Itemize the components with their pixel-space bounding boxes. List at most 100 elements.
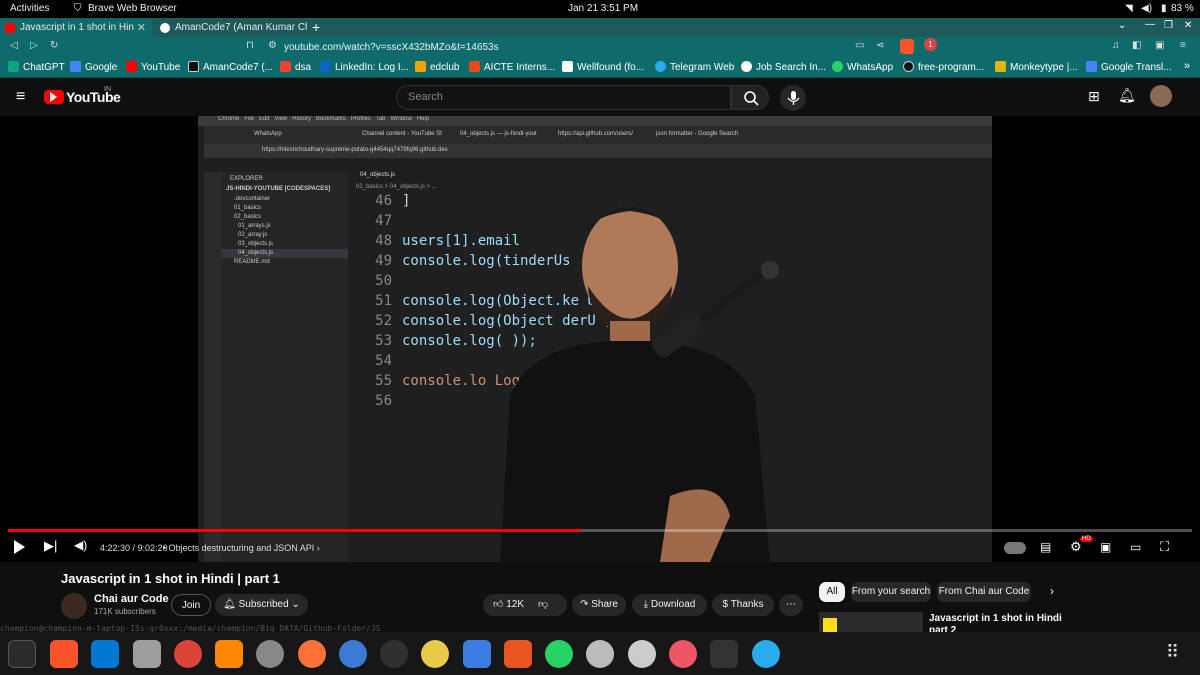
- obs-app-icon[interactable]: [380, 640, 408, 668]
- app-store-icon[interactable]: [628, 640, 656, 668]
- bookmark-item[interactable]: Google: [70, 61, 117, 73]
- bookmark-item[interactable]: LinkedIn: Log I...: [320, 61, 409, 73]
- bookmark-icon[interactable]: ⊓: [246, 40, 254, 51]
- firefox-app-icon[interactable]: [298, 640, 326, 668]
- menu-icon[interactable]: ≡: [1180, 40, 1186, 51]
- settings-gear-icon[interactable]: ⚙: [1070, 539, 1082, 555]
- screenshot-app-icon[interactable]: [586, 640, 614, 668]
- chapter-title[interactable]: • Objects destructuring and JSON API ›: [163, 543, 320, 553]
- bookmark-item[interactable]: AmanCode7 (...: [188, 61, 273, 73]
- brave-shields-icon[interactable]: [900, 39, 914, 54]
- share-icon[interactable]: ⋖: [876, 40, 884, 51]
- video-player[interactable]: Chrome File Edit View History Bookmarks …: [0, 116, 1200, 562]
- site-settings-icon[interactable]: ⚙: [268, 40, 277, 51]
- youtube-logo-text[interactable]: YouTube: [66, 89, 121, 105]
- next-video-thumbnail[interactable]: [819, 612, 923, 632]
- share-button[interactable]: ↷ Share: [572, 594, 626, 616]
- close-window-button[interactable]: ✕: [1184, 20, 1192, 31]
- theater-mode-icon[interactable]: ▭: [1130, 540, 1141, 554]
- play-icon[interactable]: [14, 540, 25, 554]
- more-bookmarks-chevron-icon[interactable]: »: [1184, 60, 1190, 72]
- settings-app-icon[interactable]: [256, 640, 284, 668]
- search-button[interactable]: [731, 85, 769, 110]
- bookmark-item[interactable]: dsa: [280, 61, 311, 73]
- bookmark-item[interactable]: Wellfound (fo...: [562, 61, 644, 73]
- vlc-app-icon[interactable]: [215, 640, 243, 668]
- volume-icon[interactable]: ◀): [1141, 3, 1152, 14]
- software-center-app-icon[interactable]: [504, 640, 532, 668]
- active-app-name[interactable]: Brave Web Browser: [88, 3, 177, 14]
- tab-github[interactable]: AmanCode7 (Aman Kumar Ch: [155, 19, 307, 37]
- channel-avatar[interactable]: [61, 593, 87, 619]
- bookmark-item[interactable]: Google Transl...: [1086, 61, 1172, 73]
- miniplayer-icon[interactable]: ▣: [1100, 540, 1111, 554]
- vscode-app-icon[interactable]: [91, 640, 119, 668]
- volume-icon[interactable]: ◀︎): [74, 538, 87, 552]
- chrome-app-icon[interactable]: [174, 640, 202, 668]
- bookmark-item[interactable]: AICTE Interns...: [469, 61, 555, 73]
- chips-next-chevron-icon[interactable]: ›: [1050, 584, 1054, 598]
- autoplay-toggle[interactable]: [1004, 542, 1026, 554]
- bookmark-item[interactable]: ChatGPT: [8, 61, 65, 73]
- dislike-icon[interactable]: 👎︎: [538, 599, 548, 610]
- subtitles-icon[interactable]: ▤: [1040, 540, 1051, 554]
- chip-from-channel[interactable]: From Chai aur Code: [937, 582, 1031, 602]
- terminal-app-icon[interactable]: [8, 640, 36, 668]
- minimize-button[interactable]: —: [1145, 19, 1155, 30]
- browser-tab-bar: Javascript in 1 shot in Hin ✕ AmanCode7 …: [0, 18, 1200, 37]
- create-video-icon[interactable]: ⊞: [1088, 88, 1100, 105]
- telegram-app-icon[interactable]: [752, 640, 780, 668]
- bookmark-item[interactable]: Monkeytype |...: [995, 61, 1078, 73]
- whatsapp-app-icon[interactable]: [545, 640, 573, 668]
- progress-bar[interactable]: [8, 529, 1192, 532]
- hamburger-menu-icon[interactable]: ≡: [16, 88, 25, 106]
- chip-from-search[interactable]: From your search: [851, 582, 931, 602]
- music-icon[interactable]: ♫: [1112, 40, 1120, 51]
- channel-name[interactable]: Chai aur Code: [94, 593, 169, 605]
- bookmark-item[interactable]: free-program...: [903, 61, 984, 73]
- forward-icon[interactable]: ▷: [30, 40, 38, 51]
- subscribed-button[interactable]: 🔔︎ Subscribed ⌄: [215, 594, 308, 616]
- show-apps-grid-icon[interactable]: ⠿: [1166, 642, 1179, 663]
- wifi-icon[interactable]: ◥: [1125, 3, 1133, 14]
- bookmark-item[interactable]: YouTube: [126, 61, 180, 73]
- download-button[interactable]: ⤓ Download: [632, 594, 707, 616]
- activities-button[interactable]: Activities: [10, 3, 49, 14]
- color-picker-app-icon[interactable]: [669, 640, 697, 668]
- restore-button[interactable]: ❐: [1164, 20, 1173, 31]
- voice-search-button[interactable]: [780, 85, 806, 111]
- more-actions-icon[interactable]: ⋯: [779, 594, 803, 616]
- notifications-bell-icon[interactable]: 🔔︎: [1118, 87, 1136, 104]
- search-input[interactable]: Search: [396, 85, 731, 110]
- brave-app-icon[interactable]: [50, 640, 78, 668]
- cast-icon[interactable]: ▭: [855, 40, 864, 51]
- rhythmbox-app-icon[interactable]: [421, 640, 449, 668]
- system-monitor-app-icon[interactable]: [710, 640, 738, 668]
- clock[interactable]: Jan 21 3:51 PM: [568, 3, 638, 14]
- text-editor-app-icon[interactable]: [463, 640, 491, 668]
- reload-icon[interactable]: ↻: [50, 40, 58, 51]
- close-tab-icon[interactable]: ✕: [137, 19, 146, 37]
- tab-list-chevron-icon[interactable]: ⌄: [1118, 20, 1126, 31]
- bookmark-item[interactable]: Telegram Web: [655, 61, 734, 73]
- battery-icon[interactable]: ▮: [1161, 3, 1167, 14]
- like-dislike-group[interactable]: 👍︎ 12K 👎︎: [483, 594, 567, 616]
- rewards-badge[interactable]: 1: [924, 38, 937, 51]
- back-icon[interactable]: ◁: [10, 40, 18, 51]
- bookmark-item[interactable]: Job Search In...: [741, 61, 826, 73]
- chip-all[interactable]: All: [819, 582, 845, 602]
- sidebar-icon[interactable]: ◧: [1132, 40, 1141, 51]
- bookmark-item[interactable]: WhatsApp: [832, 61, 893, 73]
- bookmark-item[interactable]: edclub: [415, 61, 459, 73]
- avatar[interactable]: [1150, 85, 1172, 107]
- next-video-title[interactable]: Javascript in 1 shot in Hindi: [929, 613, 1062, 624]
- files-app-icon[interactable]: [133, 640, 161, 668]
- fullscreen-icon[interactable]: ⛶: [1160, 539, 1169, 555]
- tab-youtube[interactable]: Javascript in 1 shot in Hin ✕: [0, 19, 152, 37]
- thunderbird-app-icon[interactable]: [339, 640, 367, 668]
- thanks-button[interactable]: $ Thanks: [712, 594, 774, 616]
- join-button[interactable]: Join: [171, 594, 211, 616]
- new-tab-button[interactable]: +: [312, 19, 320, 35]
- wallet-icon[interactable]: ▣: [1155, 40, 1164, 51]
- next-video-icon[interactable]: ▶︎|: [44, 538, 57, 554]
